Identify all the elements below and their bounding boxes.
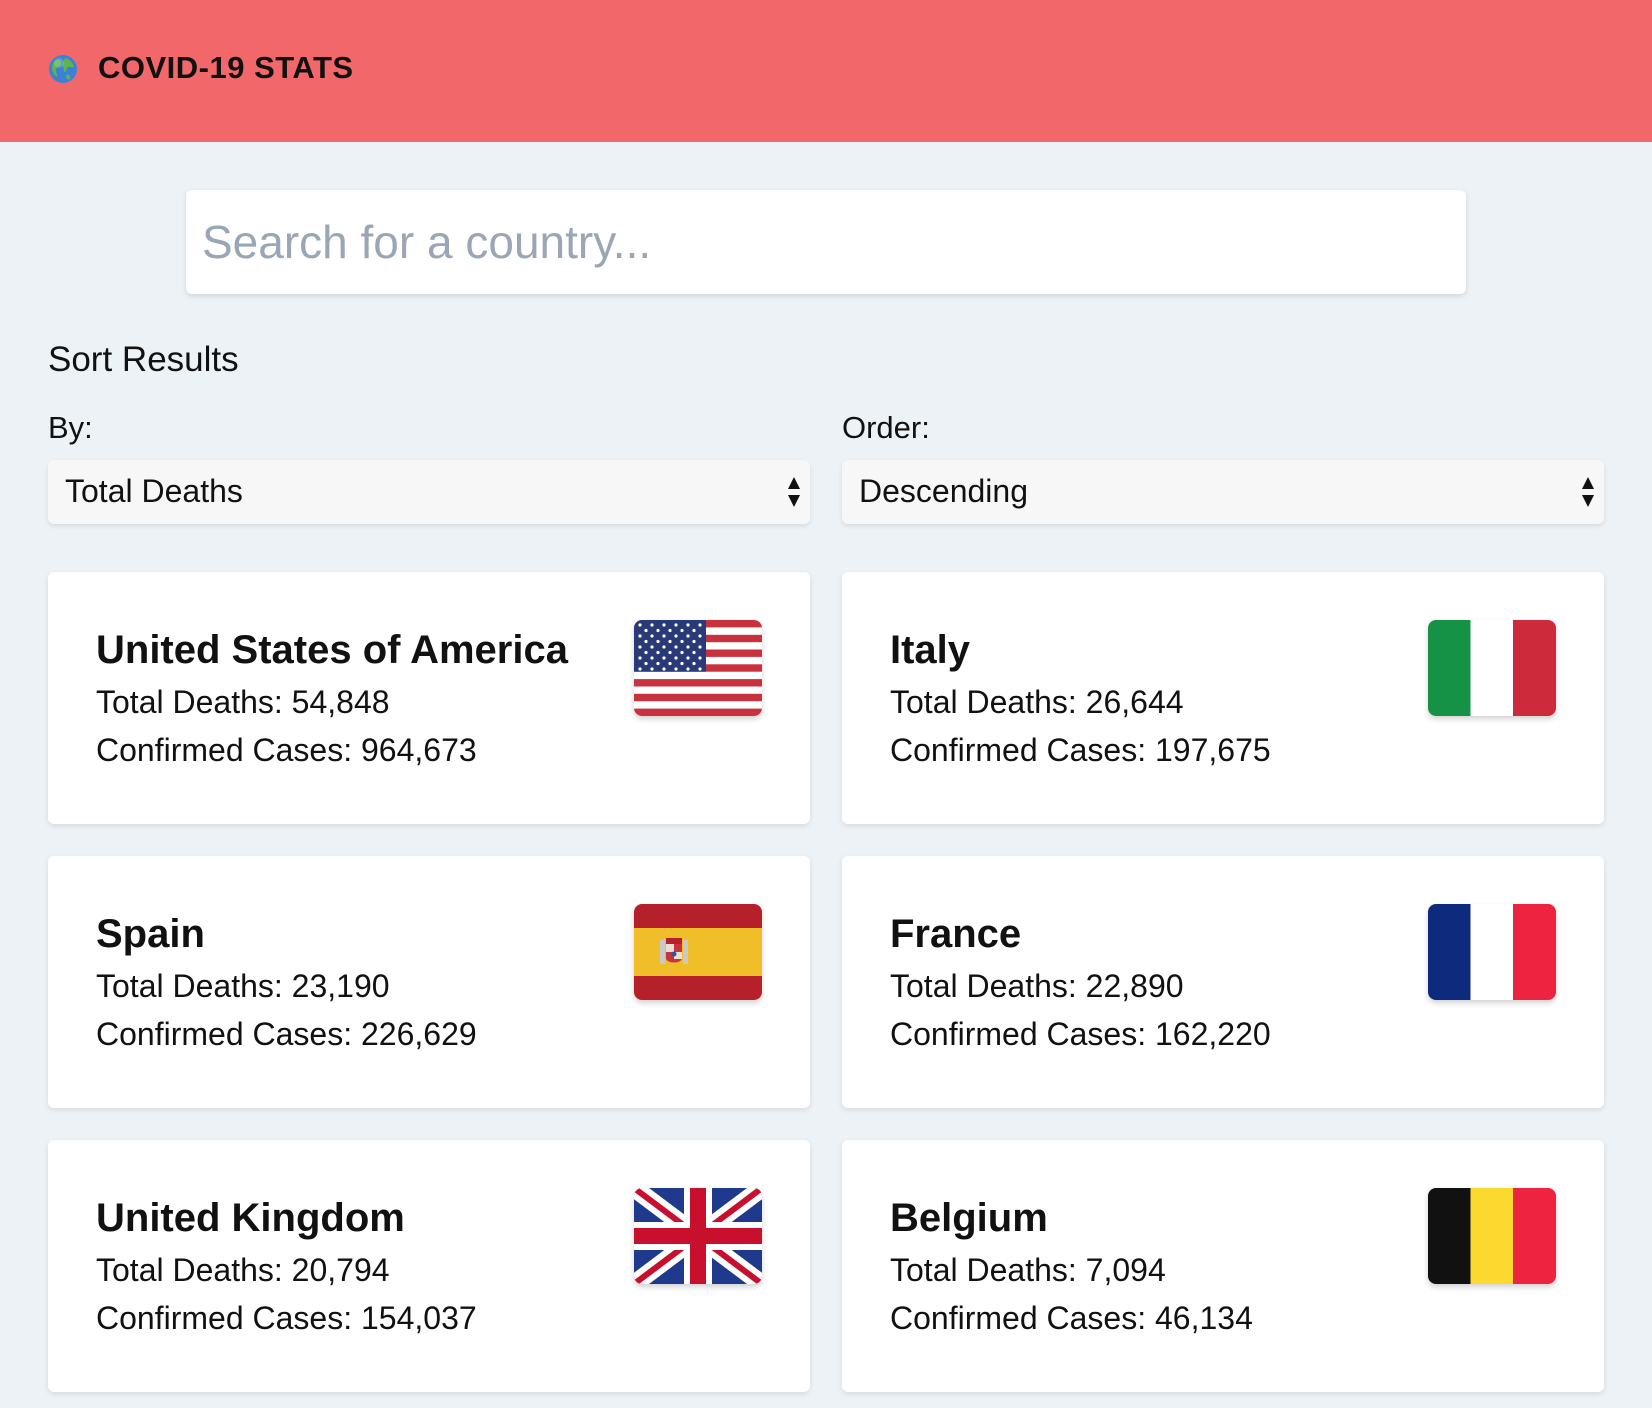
app-header: COVID-19 STATS — [0, 0, 1652, 142]
country-name: Belgium — [890, 1196, 1048, 1240]
country-card[interactable]: United Kingdom Total Deaths: 20,794 Conf… — [48, 1140, 810, 1392]
country-name: United States of America — [96, 628, 568, 672]
total-deaths: Total Deaths: 22,890 — [890, 968, 1184, 1004]
country-card[interactable]: Italy Total Deaths: 26,644 Confirmed Cas… — [842, 572, 1604, 824]
sort-by-label: By: — [48, 410, 93, 445]
sort-by-select[interactable]: Total Deaths — [48, 460, 810, 524]
search-input[interactable] — [186, 190, 1466, 294]
country-name: Italy — [890, 628, 971, 672]
usa-flag-icon — [634, 620, 762, 716]
country-card[interactable]: France Total Deaths: 22,890 Confirmed Ca… — [842, 856, 1604, 1108]
country-name: France — [890, 912, 1022, 956]
app-title: COVID-19 STATS — [98, 50, 354, 85]
confirmed-cases: Confirmed Cases: 154,037 — [96, 1300, 477, 1336]
confirmed-cases: Confirmed Cases: 964,673 — [96, 732, 477, 768]
globe-icon — [48, 54, 78, 84]
confirmed-cases: Confirmed Cases: 226,629 — [96, 1016, 477, 1052]
sort-heading: Sort Results — [48, 340, 239, 379]
total-deaths: Total Deaths: 23,190 — [96, 968, 390, 1004]
search-box — [186, 190, 1466, 294]
italy-flag-icon — [1428, 620, 1556, 716]
sort-order-value: Descending — [859, 473, 1028, 509]
france-flag-icon — [1428, 904, 1556, 1000]
select-arrows-icon — [786, 474, 802, 510]
country-card[interactable]: Belgium Total Deaths: 7,094 Confirmed Ca… — [842, 1140, 1604, 1392]
total-deaths: Total Deaths: 20,794 — [96, 1252, 390, 1288]
country-name: United Kingdom — [96, 1196, 405, 1240]
total-deaths: Total Deaths: 54,848 — [96, 684, 390, 720]
select-arrows-icon — [1580, 474, 1596, 510]
uk-flag-icon — [634, 1188, 762, 1284]
sort-order-label: Order: — [842, 410, 930, 445]
country-card[interactable]: Spain Total Deaths: 23,190 Confirmed Cas… — [48, 856, 810, 1108]
total-deaths: Total Deaths: 26,644 — [890, 684, 1184, 720]
belgium-flag-icon — [1428, 1188, 1556, 1284]
sort-by-value: Total Deaths — [65, 473, 243, 509]
confirmed-cases: Confirmed Cases: 46,134 — [890, 1300, 1253, 1336]
confirmed-cases: Confirmed Cases: 162,220 — [890, 1016, 1271, 1052]
confirmed-cases: Confirmed Cases: 197,675 — [890, 732, 1271, 768]
sort-order-select[interactable]: Descending — [842, 460, 1604, 524]
total-deaths: Total Deaths: 7,094 — [890, 1252, 1166, 1288]
country-card[interactable]: United States of America Total Deaths: 5… — [48, 572, 810, 824]
spain-flag-icon — [634, 904, 762, 1000]
country-name: Spain — [96, 912, 205, 956]
